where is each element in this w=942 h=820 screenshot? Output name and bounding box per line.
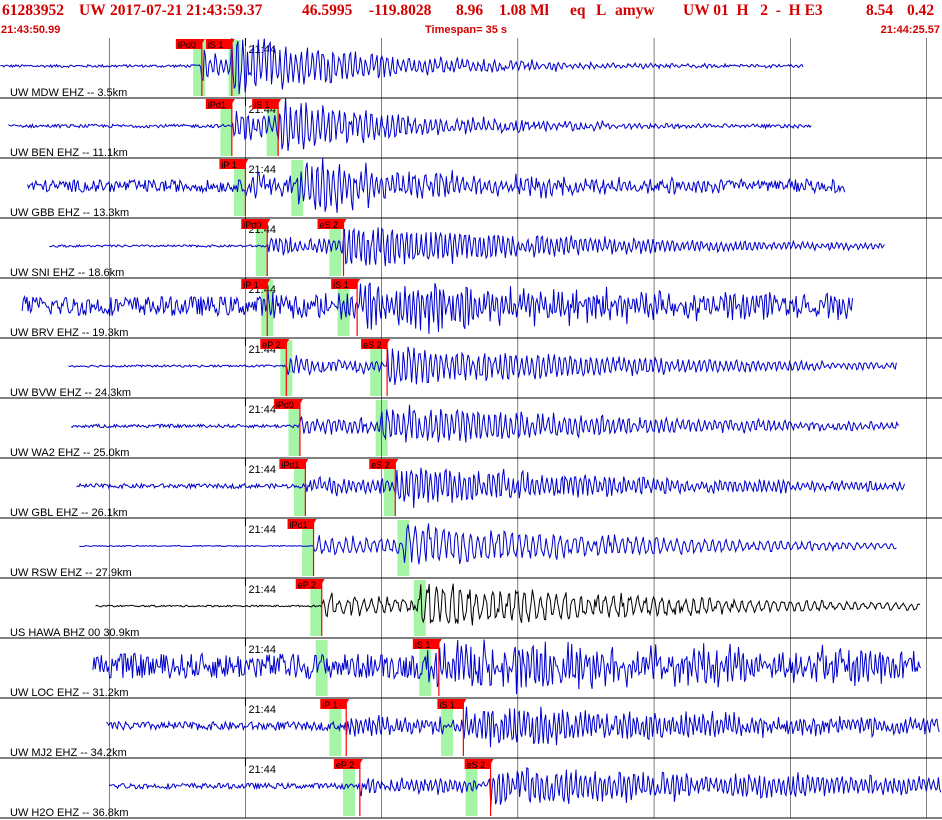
waveform-trace (106, 706, 940, 748)
phase-pick-label: eP 2 (336, 760, 354, 770)
minute-tick-label: 21:44 (248, 704, 276, 716)
trace-panel: 21:44 iPd0 UW WA2 EHZ -- 25.0km (0, 398, 942, 459)
phase-pick-label: iPd1 (281, 460, 299, 470)
waveform-trace (79, 523, 897, 565)
phase-pick-label: iPd0 (178, 40, 196, 50)
phase-pick-label: eS 2 (320, 220, 339, 230)
event-network: UW (79, 2, 106, 19)
start-time: 21:43:50.99 (1, 24, 61, 36)
end-time: 21:44:25.57 (880, 24, 940, 36)
trace-panel: 21:44 iPd1 UW RSW EHZ -- 27.9km (0, 518, 942, 579)
trace-panel: 21:44 eP 2 eS 2 UW H2O EHZ -- 36.8km (0, 758, 942, 819)
phase-pick-label: iP 1 (243, 280, 258, 290)
time-range-line: 21:43:50.99 Timespan= 35 s 21:44:25.57 (0, 24, 942, 38)
origin-time: 2017-07-21 21:43:59.37 (110, 2, 263, 19)
waveform-trace (70, 404, 900, 443)
trace-panel: 21:44 iP 1 UW GBB EHZ -- 13.3km (0, 157, 942, 219)
minute-tick-label: 21:44 (248, 524, 276, 536)
longitude: -119.8028 (369, 2, 432, 19)
version-info: UW 01 H 2 - H E3 (683, 2, 823, 19)
minute-tick-label: 21:44 (248, 644, 276, 656)
phase-pick-label: eP 2 (298, 580, 316, 590)
waveform-trace (27, 157, 846, 213)
waveform-trace (49, 227, 885, 267)
phase-pick-label: iS 1 (208, 40, 224, 50)
trace-panel: 21:44iPd1 iS 1UW BEN EHZ -- 11.1km (0, 97, 942, 159)
waveform-trace (0, 38, 804, 95)
waveform-trace (76, 467, 905, 508)
event-id: 61283952 (2, 2, 64, 19)
waveform-trace (108, 767, 942, 807)
phase-pick-label: eS 2 (467, 760, 486, 770)
minute-tick-label: 21:44 (248, 764, 276, 776)
event-header: 61283952 UW 2017-07-21 21:43:59.37 46.59… (0, 0, 942, 40)
waveform-trace (92, 639, 922, 695)
phase-pick-label: iPd1 (208, 100, 226, 110)
station-label: UW MJ2 EHZ -- 34.2km (10, 747, 127, 759)
minute-tick-label: 21:44 (248, 404, 276, 416)
station-label: UW SNI EHZ -- 18.6km (10, 267, 124, 279)
phase-pick-label: iS 1 (254, 100, 270, 110)
station-label: UW MDW EHZ -- 3.5km (10, 87, 127, 99)
depth: 8.96 (456, 2, 484, 19)
trace-panel: 21:44eP 2 eS 2UW BVW EHZ -- 24.3km (0, 338, 942, 399)
trace-panel: 21:44iPd0 iS 1UW MDW EHZ -- 3.5km (0, 38, 942, 99)
waveform-trace (8, 97, 812, 151)
station-label: UW BEN EHZ -- 11.1km (10, 147, 128, 159)
trace-panel: 21:44 iP 1 iS 1 UW MJ2 EHZ -- 34.2km (0, 698, 942, 759)
station-label: UW GBB EHZ -- 13.3km (10, 207, 129, 219)
station-label: UW GBL EHZ -- 26.1km (10, 507, 128, 519)
phase-pick-label: eP 2 (262, 340, 280, 350)
station-label: US HAWA BHZ 00 30.9km (10, 627, 139, 639)
minute-tick-label: 21:44 (248, 584, 276, 596)
minute-tick-label: 21:44 (248, 464, 276, 476)
station-label: UW WA2 EHZ -- 25.0km (10, 447, 129, 459)
waveform-trace (68, 346, 897, 385)
minute-tick-label: 21:44 (248, 164, 276, 176)
magnitude: 1.08 Ml (499, 2, 549, 19)
event-type: eq (570, 2, 586, 19)
phase-pick-label: iPd0 (243, 220, 261, 230)
phase-pick-label: eS 2 (363, 340, 382, 350)
station-label: UW BVW EHZ -- 24.3km (10, 387, 131, 399)
phase-pick-label: iP 1 (221, 160, 236, 170)
phase-pick-label: iPd0 (276, 400, 294, 410)
phase-pick-label: iP 1 (322, 700, 337, 710)
phase-pick-label: iS 1 (333, 280, 349, 290)
author: amyw (615, 2, 655, 19)
trace-panel: 21:44 iPd1 eS 2 UW GBL EHZ -- 26.1km (0, 458, 942, 519)
phase-pick-label: iS 1 (439, 700, 455, 710)
error-a: 8.54 (866, 2, 894, 19)
waveform-trace (21, 282, 853, 334)
location-flag: L (596, 2, 607, 19)
timespan: Timespan= 35 s (425, 24, 508, 36)
event-summary-line: 61283952 UW 2017-07-21 21:43:59.37 46.59… (0, 2, 942, 22)
waveform-trace (95, 583, 921, 626)
trace-panel: 21:44 eP 2 US HAWA BHZ 00 30.9km (0, 578, 942, 639)
latitude: 46.5995 (302, 2, 353, 19)
station-label: UW LOC EHZ -- 31.2km (10, 687, 129, 699)
phase-pick-label: iPd1 (290, 520, 308, 530)
trace-panel: 21:44iP 1 iS 1UW BRV EHZ -- 19.3km (0, 278, 942, 339)
trace-panel: 21:44 iS 1 UW LOC EHZ -- 31.2km (0, 638, 942, 699)
station-label: UW RSW EHZ -- 27.9km (10, 567, 132, 579)
seismogram-plot[interactable]: 21:44iPd0 iS 1UW MDW EHZ -- 3.5km21:44iPd… (0, 38, 942, 820)
trace-panel: 21:44iPd0 eS 2UW SNI EHZ -- 18.6km (0, 218, 942, 279)
station-label: UW H2O EHZ -- 36.8km (10, 807, 129, 819)
error-b: 0.42 (907, 2, 935, 19)
phase-pick-label: eS 2 (371, 460, 390, 470)
phase-pick-label: iS 1 (415, 640, 431, 650)
station-label: UW BRV EHZ -- 19.3km (10, 327, 128, 339)
